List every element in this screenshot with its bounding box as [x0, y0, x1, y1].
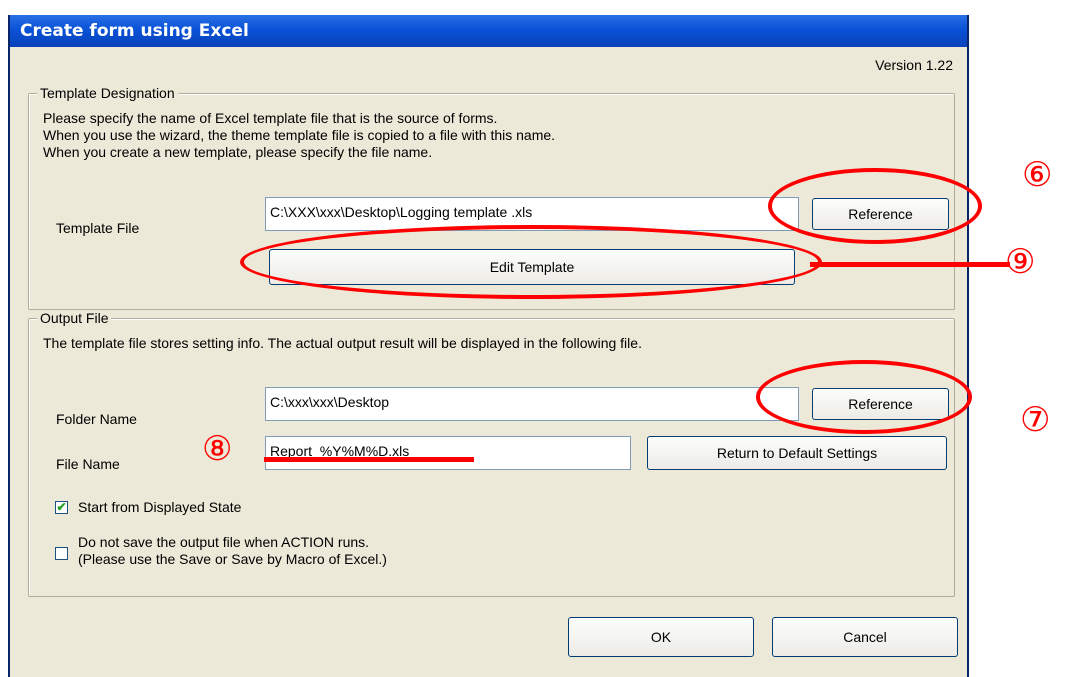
- template-reference-button[interactable]: Reference: [812, 198, 949, 230]
- desc-line-2: When you use the wizard, the theme templ…: [43, 127, 556, 143]
- annotation-marker-6: ⑥: [1022, 155, 1053, 195]
- template-file-label: Template File: [56, 220, 140, 236]
- start-from-displayed-checkbox[interactable]: ✔: [55, 501, 68, 514]
- ok-button[interactable]: OK: [568, 617, 754, 657]
- annotation-marker-9: ⑨: [1005, 242, 1036, 282]
- dialog-window: Create form using Excel Version 1.22 Tem…: [8, 15, 969, 677]
- output-file-group: Output File The template file stores set…: [28, 310, 955, 597]
- do-not-save-checkbox[interactable]: [55, 547, 68, 560]
- annotation-line-edit-template: [810, 262, 1010, 267]
- folder-reference-button[interactable]: Reference: [812, 388, 949, 420]
- edit-template-button[interactable]: Edit Template: [269, 249, 795, 285]
- folder-name-input[interactable]: C:\xxx\xxx\Desktop: [265, 387, 799, 421]
- template-file-input[interactable]: C:\XXX\xxx\Desktop\Logging template .xls: [265, 197, 799, 231]
- return-default-button[interactable]: Return to Default Settings: [647, 436, 947, 470]
- file-name-input[interactable]: Report_%Y%M%D.xls: [265, 436, 631, 470]
- start-from-displayed-label: Start from Displayed State: [78, 499, 242, 515]
- desc-line-1: Please specify the name of Excel templat…: [43, 110, 498, 126]
- annotation-marker-7: ⑦: [1020, 400, 1051, 440]
- cancel-button[interactable]: Cancel: [772, 617, 958, 657]
- annotation-underline-filename: [264, 457, 474, 462]
- title-bar: Create form using Excel: [10, 15, 967, 47]
- do-not-save-label-1: Do not save the output file when ACTION …: [78, 534, 370, 550]
- template-description: Please specify the name of Excel templat…: [43, 110, 555, 161]
- file-name-label: File Name: [56, 456, 120, 472]
- output-description: The template file stores setting info. T…: [43, 335, 642, 351]
- template-group-title: Template Designation: [37, 85, 178, 101]
- template-designation-group: Template Designation Please specify the …: [28, 85, 955, 310]
- desc-line-3: When you create a new template, please s…: [43, 144, 433, 160]
- annotation-marker-8: ⑧: [202, 429, 233, 469]
- output-group-title: Output File: [37, 310, 112, 326]
- folder-name-label: Folder Name: [56, 411, 137, 427]
- do-not-save-label-2: (Please use the Save or Save by Macro of…: [78, 551, 387, 567]
- version-label: Version 1.22: [875, 57, 953, 73]
